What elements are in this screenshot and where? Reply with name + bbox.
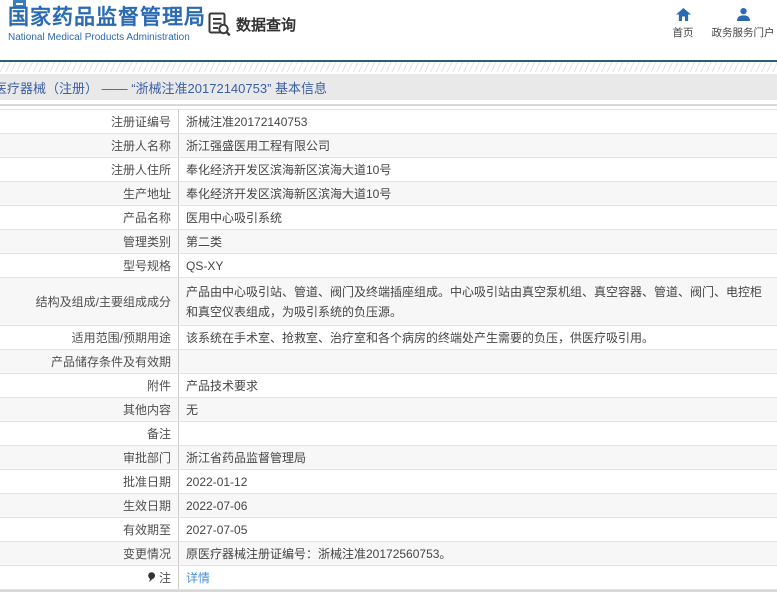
row-value: 详情 (179, 568, 777, 588)
data-query-button[interactable]: 数据查询 (208, 12, 296, 37)
row-label-text: 生产地址 (122, 186, 171, 201)
nav-home[interactable]: 首页 (657, 5, 709, 40)
table-row: 注册人名称 浙江强盛医用工程有限公司 (0, 134, 777, 158)
row-value: 2022-01-12 (186, 474, 248, 489)
table-row: 其他内容无 (0, 398, 777, 422)
row-label: 注册人住所 (0, 158, 179, 181)
table-row: 变更情况 原医疗器械注册证编号：浙械注准20172560753。 (0, 542, 777, 566)
row-value: 产品由中心吸引站、管道、阀门及终端插座组成。中心吸引站由真空泵机组、真空容器、管… (186, 284, 763, 319)
row-value: QS-XY (186, 258, 224, 273)
nmpa-logo: 国家药品监督管理局 National Medical Products Admi… (8, 6, 206, 43)
row-label: 变更情况 (0, 542, 179, 565)
info-table: 注册证编号 浙械注准20172140753 注册人名称 浙江强盛医用工程有限公司 注册人… (0, 109, 777, 590)
table-row: 注 详情 (0, 566, 777, 590)
row-label-text: 批准日期 (122, 474, 171, 489)
site-header: 国家药品监督管理局 National Medical Products Admi… (0, 0, 777, 60)
top-nav: 首页 政务服务门户 (657, 5, 777, 40)
table-row: 附件 产品技术要求 (0, 374, 777, 398)
row-label-text: 变更情况 (122, 546, 171, 561)
row-label: 结构及组成/主要组成成分 (0, 278, 179, 325)
row-value: 2027-07-05 (186, 522, 248, 537)
row-label-text: 注册人住所 (110, 162, 171, 177)
row-label-text: 有效期至 (122, 522, 171, 537)
row-label-text: 产品名称 (122, 210, 171, 225)
row-label-text: 审批部门 (122, 450, 171, 465)
row-label: 适用范围/预期用途 (0, 326, 179, 349)
table-row: 产品储存条件及有效期 (0, 350, 777, 374)
row-label-text: 型号规格 (122, 258, 171, 273)
home-icon (657, 5, 709, 21)
row-label: 产品储存条件及有效期 (0, 350, 179, 373)
data-query-label: 数据查询 (236, 17, 297, 34)
row-label-text: 产品储存条件及有效期 (50, 354, 171, 369)
row-label: 管理类别 (0, 230, 179, 253)
logo-subtitle: National Medical Products Administration (8, 32, 190, 44)
content-bottom-rule (0, 590, 777, 592)
table-row: 有效期至 2027-07-05 (0, 518, 777, 542)
row-label-text: 管理类别 (122, 234, 171, 249)
page: 国家药品监督管理局 National Medical Products Admi… (0, 0, 777, 597)
row-label-text: 备注 (146, 426, 171, 441)
row-value: 产品技术要求 (186, 378, 259, 393)
table-row: 管理类别 第二类 (0, 230, 777, 254)
user-icon (709, 5, 777, 21)
row-label-text: 注 (158, 570, 171, 585)
row-value: 无 (186, 402, 199, 417)
row-label: 生效日期 (0, 494, 179, 517)
page-title: 医疗器械（注册） —— “浙械注准20172140753” 基本信息 (0, 80, 328, 96)
nav-gov-portal[interactable]: 政务服务门户 (709, 5, 777, 40)
row-label-text: 其他内容 (122, 402, 171, 417)
row-value: 浙江省药品监督管理局 (186, 450, 307, 465)
row-label: 批准日期 (0, 470, 179, 493)
row-value: 浙械注准20172140753 (186, 114, 308, 129)
row-label: 其他内容 (0, 398, 179, 421)
row-label: 备注 (0, 422, 179, 445)
table-row: 结构及组成/主要组成成分 产品由中心吸引站、管道、阀门及终端插座组成。中心吸引站由… (0, 278, 777, 326)
row-label: 生产地址 (0, 182, 179, 205)
row-value: 浙江强盛医用工程有限公司 (186, 138, 331, 153)
row-value: 医用中心吸引系统 (186, 210, 283, 225)
striped-band (0, 62, 777, 72)
row-label: 产品名称 (0, 206, 179, 229)
table-row: 批准日期 2022-01-12 (0, 470, 777, 494)
page-title-bar: 医疗器械（注册） —— “浙械注准20172140753” 基本信息 (0, 74, 777, 100)
row-value: 2022-07-06 (186, 498, 248, 513)
row-value: 奉化经济开发区滨海新区滨海大道10号 (186, 162, 392, 177)
row-label-text: 适用范围/预期用途 (71, 330, 171, 345)
table-row: 注册证编号 浙械注准20172140753 (0, 110, 777, 134)
row-label: 注册证编号 (0, 110, 179, 133)
detail-link[interactable]: 详情 (186, 571, 210, 585)
row-label: 注册人名称 (0, 134, 179, 157)
nav-home-label: 首页 (672, 27, 694, 39)
data-query-icon (208, 12, 231, 37)
row-label: 有效期至 (0, 518, 179, 541)
table-row: 备注 (0, 422, 777, 446)
table-row: 注册人住所 奉化经济开发区滨海新区滨海大道10号 (0, 158, 777, 182)
table-row: 生效日期 2022-07-06 (0, 494, 777, 518)
row-value: 第二类 (186, 234, 223, 249)
note-pin-icon (147, 572, 156, 583)
table-row: 审批部门 浙江省药品监督管理局 (0, 446, 777, 470)
table-row: 产品名称 医用中心吸引系统 (0, 206, 777, 230)
row-label-text: 注册证编号 (110, 114, 171, 129)
row-label-text: 附件 (146, 378, 171, 393)
row-label: 注 (0, 566, 179, 589)
nav-gov-portal-label: 政务服务门户 (711, 27, 775, 39)
row-value: 奉化经济开发区滨海新区滨海大道10号 (186, 186, 392, 201)
row-value: 原医疗器械注册证编号：浙械注准20172560753。 (186, 546, 452, 561)
row-label-text: 结构及组成/主要组成成分 (35, 294, 171, 309)
table-row: 生产地址 奉化经济开发区滨海新区滨海大道10号 (0, 182, 777, 206)
row-label-text: 注册人名称 (110, 138, 171, 153)
table-row: 适用范围/预期用途 该系统在手术室、抢救室、治疗室和各个病房的终端处产生需要的负压… (0, 326, 777, 350)
row-label: 附件 (0, 374, 179, 397)
row-label-text: 生效日期 (122, 498, 171, 513)
row-label: 型号规格 (0, 254, 179, 277)
row-label: 审批部门 (0, 446, 179, 469)
table-row: 型号规格 QS-XY (0, 254, 777, 278)
logo-title: 国家药品监督管理局 (8, 6, 206, 29)
row-value: 该系统在手术室、抢救室、治疗室和各个病房的终端处产生需要的负压，供医疗吸引用。 (186, 330, 655, 345)
